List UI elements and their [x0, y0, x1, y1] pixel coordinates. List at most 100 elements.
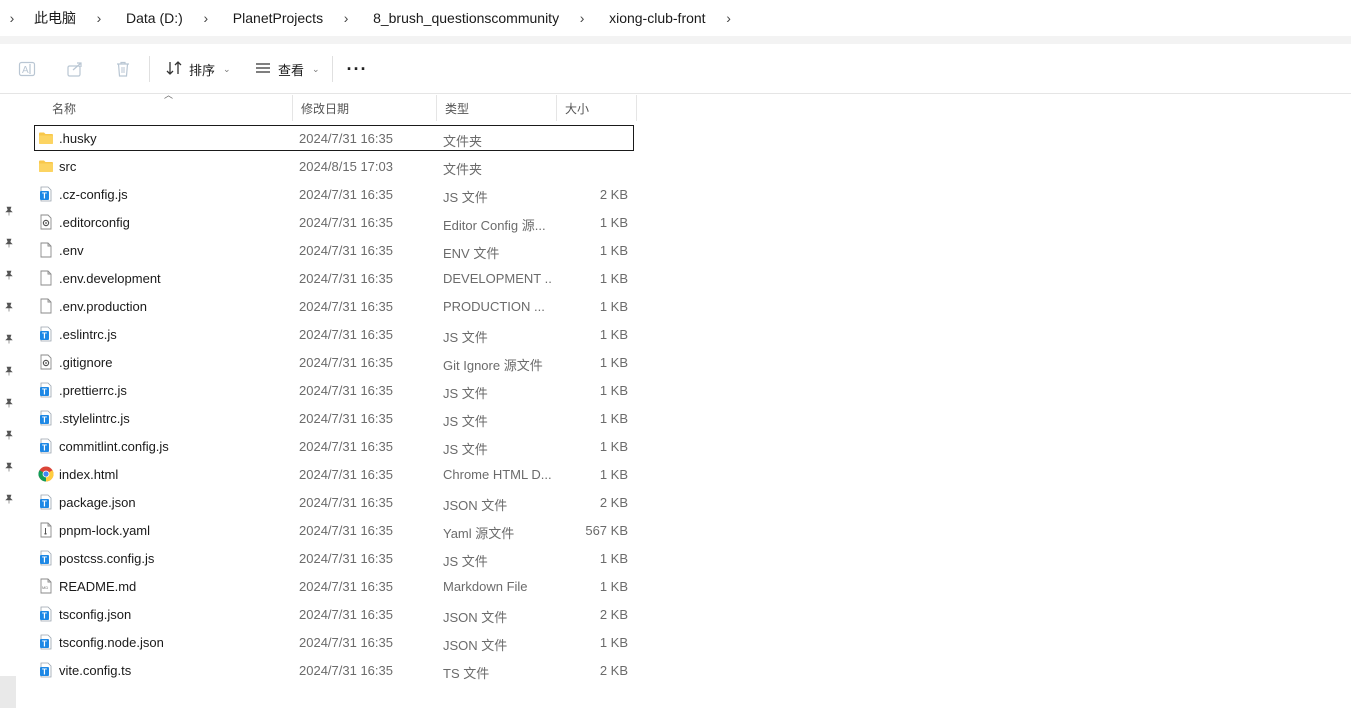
view-button[interactable]: 查看 ⌄ — [254, 57, 320, 81]
share-icon[interactable] — [65, 59, 85, 79]
sort-button[interactable]: 排序 ⌄ — [165, 57, 231, 81]
pin-icon[interactable] — [3, 397, 15, 409]
file-size: 2 KB — [599, 187, 628, 202]
pin-icon[interactable] — [3, 301, 15, 313]
file-modified-date: 2024/8/15 17:03 — [299, 159, 393, 174]
file-name: src — [59, 159, 77, 174]
file-name: tsconfig.node.json — [59, 635, 164, 650]
svg-text:T: T — [42, 500, 47, 509]
pin-icon[interactable] — [3, 333, 15, 345]
breadcrumb-item-this-pc[interactable]: 此电脑 — [30, 8, 80, 28]
file-row[interactable]: index.html 2024/7/31 16:35 Chrome HTML D..… — [34, 461, 634, 487]
column-size-label: 大小 — [565, 101, 590, 116]
file-row[interactable]: T .cz-config.js 2024/7/31 16:35 JS 文件 2 KB — [34, 181, 634, 207]
pin-icon[interactable] — [3, 461, 15, 473]
file-row[interactable]: T .stylelintrc.js 2024/7/31 16:35 JS 文件 1 KB — [34, 405, 634, 431]
svg-text:MD: MD — [42, 585, 48, 590]
file-modified-date: 2024/7/31 16:35 — [299, 271, 393, 286]
breadcrumb-item-planetprojects[interactable]: PlanetProjects — [229, 10, 327, 26]
script-file-icon: T — [38, 634, 54, 650]
chrome-icon — [38, 466, 54, 482]
command-bar: A 排序 ⌄ 查看 ⌄ ··· — [0, 44, 1351, 94]
chevron-right-icon[interactable]: › — [333, 10, 359, 26]
breadcrumb-item-xiong-club-front[interactable]: xiong-club-front — [605, 10, 710, 26]
file-modified-date: 2024/7/31 16:35 — [299, 131, 393, 146]
file-row[interactable]: .env.production 2024/7/31 16:35 PRODUCTION… — [34, 293, 634, 319]
file-size: 1 KB — [599, 411, 628, 426]
file-row[interactable]: T .eslintrc.js 2024/7/31 16:35 JS 文件 1 KB — [34, 321, 634, 347]
pin-icon[interactable] — [3, 429, 15, 441]
file-type: JS 文件 — [443, 442, 488, 457]
file-type: JSON 文件 — [443, 610, 508, 625]
chevron-right-icon[interactable]: › — [193, 10, 219, 26]
file-row[interactable]: T .prettierrc.js 2024/7/31 16:35 JS 文件 1 KB — [34, 377, 634, 403]
folder-icon — [38, 130, 54, 146]
file-modified-date: 2024/7/31 16:35 — [299, 495, 393, 510]
script-file-icon: T — [38, 326, 54, 342]
rename-icon[interactable]: A — [17, 59, 37, 79]
file-row[interactable]: Tvite.config.ts 2024/7/31 16:35 TS 文件 2 KB — [34, 657, 634, 683]
file-row[interactable]: .husky 2024/7/31 16:35 文件夹 — [34, 125, 634, 151]
file-row[interactable]: Ttsconfig.node.json 2024/7/31 16:35 JSON 文… — [34, 629, 634, 655]
breadcrumb-item-data-drive[interactable]: Data (D:) — [122, 10, 187, 26]
file-row[interactable]: Tcommitlint.config.js 2024/7/31 16:35 JS 文… — [34, 433, 634, 459]
file-row[interactable]: .env.development 2024/7/31 16:35 DEVELOPME… — [34, 265, 634, 291]
chevron-right-icon[interactable]: › — [0, 10, 24, 26]
navigation-scrollbar[interactable] — [0, 676, 16, 708]
column-header-row: 名称 修改日期 类型 大小 — [20, 95, 637, 121]
file-row[interactable]: Tpackage.json 2024/7/31 16:35 JSON 文件 2 KB — [34, 489, 634, 515]
column-name-label: 名称 — [52, 101, 77, 116]
column-header-name[interactable]: 名称 — [44, 95, 293, 121]
file-size: 1 KB — [599, 439, 628, 454]
file-modified-date: 2024/7/31 16:35 — [299, 383, 393, 398]
file-name: .env.development — [59, 271, 161, 286]
file-modified-date: 2024/7/31 16:35 — [299, 467, 393, 482]
column-header-modified[interactable]: 修改日期 — [293, 95, 437, 121]
file-size: 1 KB — [599, 635, 628, 650]
file-row[interactable]: .env 2024/7/31 16:35 ENV 文件 1 KB — [34, 237, 634, 263]
file-name: commitlint.config.js — [59, 439, 169, 454]
svg-text:T: T — [42, 444, 47, 453]
more-options-button[interactable]: ··· — [346, 57, 368, 81]
file-row[interactable]: pnpm-lock.yaml 2024/7/31 16:35 Yaml 源文件 567… — [34, 517, 634, 543]
column-header-type[interactable]: 类型 — [437, 95, 557, 121]
file-size: 1 KB — [599, 299, 628, 314]
pin-icon[interactable] — [3, 365, 15, 377]
script-file-icon: T — [38, 186, 54, 202]
script-file-icon: T — [38, 438, 54, 454]
file-row[interactable]: .editorconfig 2024/7/31 16:35 Editor Confi… — [34, 209, 634, 235]
column-type-label: 类型 — [445, 101, 470, 116]
file-type: JS 文件 — [443, 554, 488, 569]
file-name: .eslintrc.js — [59, 327, 117, 342]
file-row[interactable]: src 2024/8/15 17:03 文件夹 — [34, 153, 634, 179]
breadcrumb: › 此电脑 › Data (D:) › PlanetProjects › 8_b… — [0, 0, 1351, 36]
file-type: JSON 文件 — [443, 638, 508, 653]
file-type: 文件夹 — [443, 134, 483, 149]
file-size: 1 KB — [599, 243, 628, 258]
pin-icon[interactable] — [3, 493, 15, 505]
pin-icon[interactable] — [3, 269, 15, 281]
file-row[interactable]: Ttsconfig.json 2024/7/31 16:35 JSON 文件 2 KB — [34, 601, 634, 627]
file-modified-date: 2024/7/31 16:35 — [299, 607, 393, 622]
file-modified-date: 2024/7/31 16:35 — [299, 215, 393, 230]
file-name: .env — [59, 243, 84, 258]
file-row[interactable]: Tpostcss.config.js 2024/7/31 16:35 JS 文件 1 … — [34, 545, 634, 571]
chevron-right-icon[interactable]: › — [569, 10, 595, 26]
file-modified-date: 2024/7/31 16:35 — [299, 327, 393, 342]
blank-file-icon — [38, 242, 54, 258]
file-row[interactable]: MD README.md 2024/7/31 16:35 Markdown File 1… — [34, 573, 634, 599]
file-name: index.html — [59, 467, 119, 482]
breadcrumb-item-brush-questions[interactable]: 8_brush_questionscommunity — [369, 10, 563, 26]
column-header-size[interactable]: 大小 — [557, 95, 637, 121]
file-row[interactable]: .gitignore 2024/7/31 16:35 Git Ignore 源文件 1… — [34, 349, 634, 375]
column-modified-label: 修改日期 — [301, 101, 350, 116]
address-bar-divider — [0, 36, 1351, 44]
file-name: vite.config.ts — [59, 663, 132, 678]
pin-icon[interactable] — [3, 205, 15, 217]
file-type: ENV 文件 — [443, 246, 500, 261]
pin-icon[interactable] — [3, 237, 15, 249]
delete-icon[interactable] — [113, 59, 133, 79]
chevron-down-icon: ⌄ — [312, 63, 320, 74]
chevron-right-icon[interactable]: › — [86, 10, 112, 26]
chevron-right-icon[interactable]: › — [716, 10, 742, 26]
